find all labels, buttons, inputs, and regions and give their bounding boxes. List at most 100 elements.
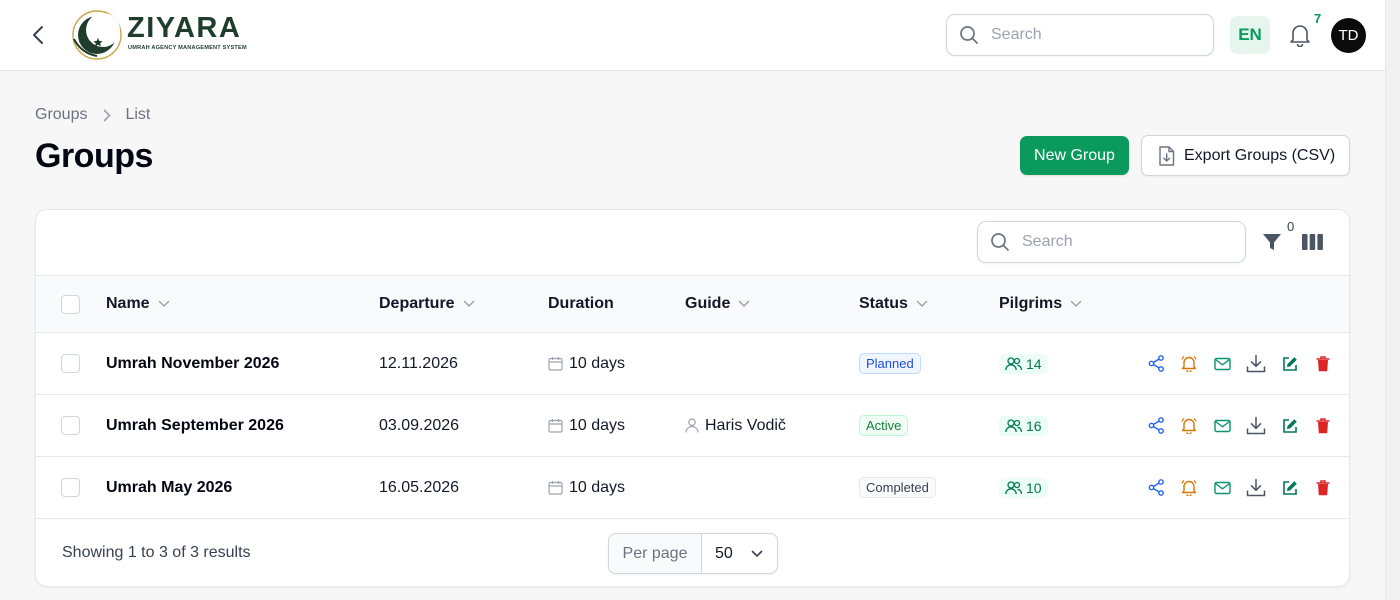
duration-cell: 10 days bbox=[548, 333, 625, 394]
pilgrims-count: 10 bbox=[1026, 479, 1042, 496]
edit-button[interactable] bbox=[1280, 354, 1300, 374]
table-row[interactable]: Umrah May 2026 16.05.2026 10 days Comple… bbox=[36, 457, 1349, 519]
chevron-down-icon bbox=[463, 300, 474, 308]
status-cell: Active bbox=[859, 395, 909, 456]
pilgrims-badge[interactable]: 10 bbox=[999, 477, 1048, 498]
notifications-count: 7 bbox=[1314, 11, 1322, 26]
duration-cell: 10 days bbox=[548, 457, 625, 518]
notifications-button[interactable] bbox=[1288, 22, 1312, 48]
logo-title: ZIYARA bbox=[127, 12, 242, 44]
filter-button[interactable] bbox=[1261, 230, 1283, 254]
user-avatar[interactable]: TD bbox=[1331, 18, 1366, 53]
calendar-icon bbox=[548, 481, 563, 495]
table-row[interactable]: Umrah September 2026 03.09.2026 10 days … bbox=[36, 395, 1349, 457]
duration-text: 10 days bbox=[569, 354, 626, 372]
table-row[interactable]: Umrah November 2026 12.11.2026 10 days P… bbox=[36, 333, 1349, 395]
breadcrumb-groups[interactable]: Groups bbox=[35, 106, 87, 124]
global-search-input[interactable] bbox=[991, 26, 1191, 44]
breadcrumb: Groups List bbox=[35, 106, 150, 124]
columns-icon bbox=[1301, 234, 1323, 250]
download-button[interactable] bbox=[1245, 354, 1267, 374]
download-button[interactable] bbox=[1245, 416, 1267, 436]
email-button[interactable] bbox=[1212, 478, 1232, 498]
filter-count: 0 bbox=[1287, 219, 1295, 234]
duration-text: 10 days bbox=[569, 416, 626, 434]
email-button[interactable] bbox=[1212, 354, 1232, 374]
column-header-pilgrims[interactable]: Pilgrims bbox=[999, 276, 1082, 332]
share-icon bbox=[1148, 479, 1164, 496]
per-page-dropdown[interactable]: 50 bbox=[702, 545, 777, 563]
back-button[interactable] bbox=[26, 22, 50, 48]
row-checkbox[interactable] bbox=[61, 395, 80, 456]
share-button[interactable] bbox=[1146, 354, 1166, 374]
pilgrims-cell: 14 bbox=[999, 333, 1048, 394]
column-header-status[interactable]: Status bbox=[859, 276, 928, 332]
chevron-down-icon bbox=[158, 300, 169, 308]
mail-icon bbox=[1213, 481, 1231, 494]
group-name[interactable]: Umrah May 2026 bbox=[106, 457, 232, 518]
chevron-down-icon bbox=[916, 300, 928, 308]
user-icon bbox=[685, 418, 699, 433]
file-download-icon bbox=[1159, 145, 1175, 166]
delete-button[interactable] bbox=[1313, 354, 1333, 374]
select-all-checkbox[interactable] bbox=[61, 276, 80, 332]
edit-button[interactable] bbox=[1280, 416, 1300, 436]
notify-button[interactable] bbox=[1179, 354, 1199, 374]
share-button[interactable] bbox=[1146, 416, 1166, 436]
table-header-row: Name Departure Duration Guide Status Pil… bbox=[36, 275, 1349, 333]
pilgrims-cell: 16 bbox=[999, 395, 1048, 456]
app-logo[interactable]: ZIYARA UMRAH AGENCY MANAGEMENT SYSTEM bbox=[71, 9, 256, 61]
download-button[interactable] bbox=[1245, 478, 1267, 498]
bell-icon bbox=[1290, 25, 1310, 47]
group-name[interactable]: Umrah November 2026 bbox=[106, 333, 279, 394]
column-header-name[interactable]: Name bbox=[106, 276, 170, 332]
global-search[interactable] bbox=[946, 14, 1214, 56]
share-button[interactable] bbox=[1146, 478, 1166, 498]
column-header-guide[interactable]: Guide bbox=[685, 276, 750, 332]
table-search-input[interactable] bbox=[1022, 233, 1222, 251]
mail-icon bbox=[1213, 357, 1231, 370]
bell-icon bbox=[1181, 480, 1197, 496]
new-group-button[interactable]: New Group bbox=[1020, 136, 1129, 175]
delete-button[interactable] bbox=[1313, 416, 1333, 436]
download-icon bbox=[1246, 416, 1266, 435]
pilgrims-badge[interactable]: 14 bbox=[999, 353, 1048, 374]
download-icon bbox=[1246, 478, 1266, 497]
row-checkbox[interactable] bbox=[61, 333, 80, 394]
page-title: Groups bbox=[35, 137, 153, 175]
notify-button[interactable] bbox=[1179, 478, 1199, 498]
language-switcher[interactable]: EN bbox=[1230, 16, 1270, 54]
guide-name: Haris Vodič bbox=[705, 416, 786, 434]
edit-button[interactable] bbox=[1280, 478, 1300, 498]
page-scrollbar[interactable] bbox=[1385, 0, 1400, 600]
export-groups-button[interactable]: Export Groups (CSV) bbox=[1141, 135, 1350, 176]
column-header-departure[interactable]: Departure bbox=[379, 276, 475, 332]
row-checkbox[interactable] bbox=[61, 457, 80, 518]
top-bar: ZIYARA UMRAH AGENCY MANAGEMENT SYSTEM EN… bbox=[0, 0, 1385, 71]
search-icon bbox=[978, 232, 1022, 252]
delete-button[interactable] bbox=[1313, 478, 1333, 498]
trash-icon bbox=[1316, 355, 1330, 371]
chevron-down-icon bbox=[739, 300, 750, 308]
duration-cell: 10 days bbox=[548, 395, 625, 456]
users-icon bbox=[1005, 356, 1022, 370]
column-header-duration: Duration bbox=[548, 295, 614, 312]
group-name[interactable]: Umrah September 2026 bbox=[106, 395, 284, 456]
row-actions bbox=[1146, 457, 1333, 518]
filter-icon bbox=[1263, 234, 1281, 250]
guide-cell: Haris Vodič bbox=[685, 395, 786, 456]
status-badge: Planned bbox=[859, 352, 921, 375]
pilgrims-badge[interactable]: 16 bbox=[999, 415, 1048, 436]
bell-icon bbox=[1181, 356, 1197, 372]
table-search[interactable] bbox=[977, 221, 1246, 263]
columns-toggle-button[interactable] bbox=[1301, 232, 1323, 252]
edit-icon bbox=[1283, 356, 1297, 371]
pilgrims-cell: 10 bbox=[999, 457, 1048, 518]
departure-date: 16.05.2026 bbox=[379, 478, 460, 496]
trash-icon bbox=[1316, 417, 1330, 433]
email-button[interactable] bbox=[1212, 416, 1232, 436]
notify-button[interactable] bbox=[1179, 416, 1199, 436]
per-page-select[interactable]: Per page 50 bbox=[608, 533, 778, 574]
export-button-label: Export Groups (CSV) bbox=[1184, 146, 1336, 164]
breadcrumb-list: List bbox=[125, 106, 151, 123]
